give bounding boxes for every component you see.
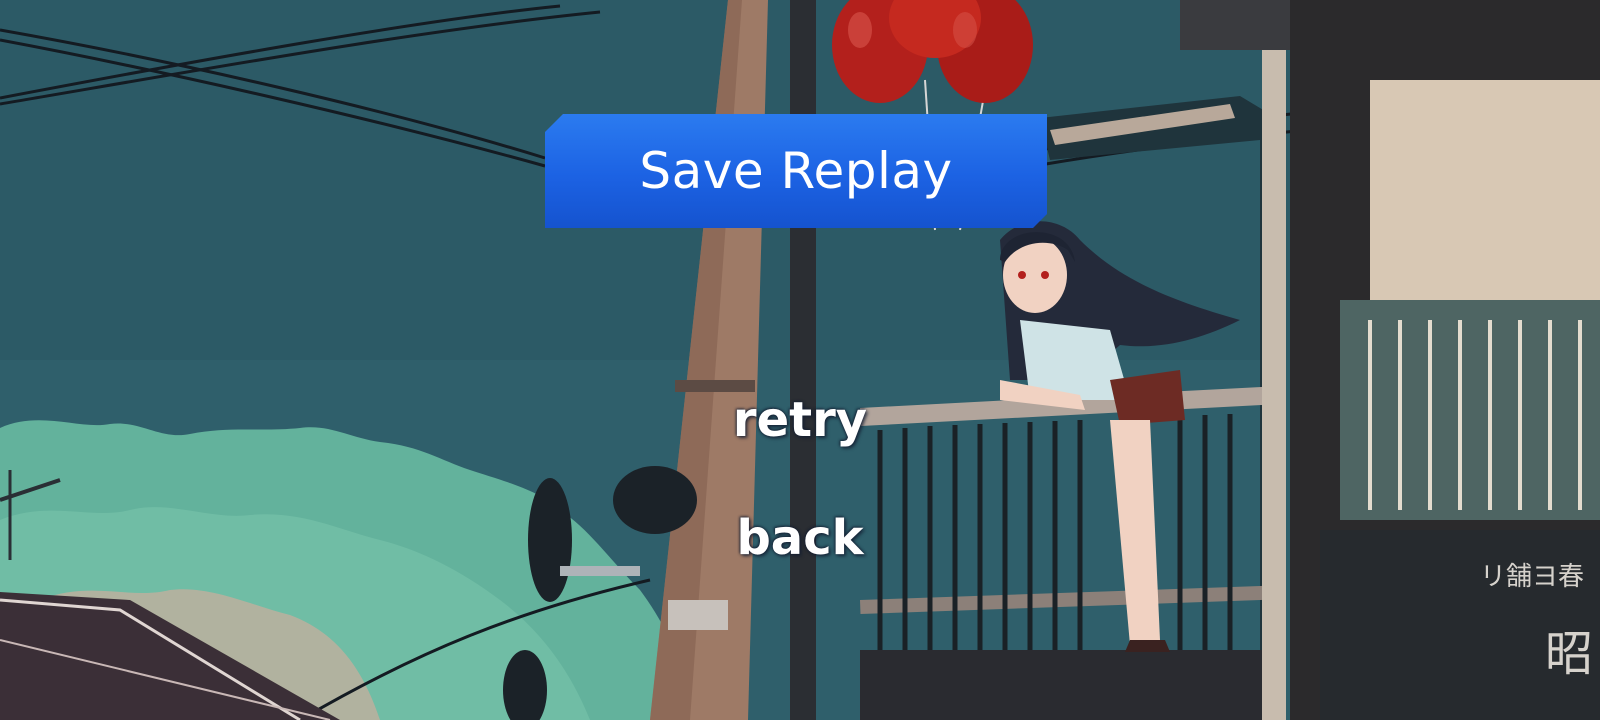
sign-text-side: 昭 (1545, 626, 1593, 682)
background-illustration: リ舗ヨ春 昭 (0, 0, 1600, 720)
game-screen: リ舗ヨ春 昭 Save Replay retry back (0, 0, 1600, 720)
back-button[interactable]: back (0, 510, 1600, 566)
sign-text-top: リ舗ヨ春 (1480, 562, 1584, 592)
retry-button[interactable]: retry (0, 392, 1600, 448)
save-replay-button[interactable]: Save Replay (545, 114, 1047, 228)
save-replay-label: Save Replay (639, 142, 953, 200)
